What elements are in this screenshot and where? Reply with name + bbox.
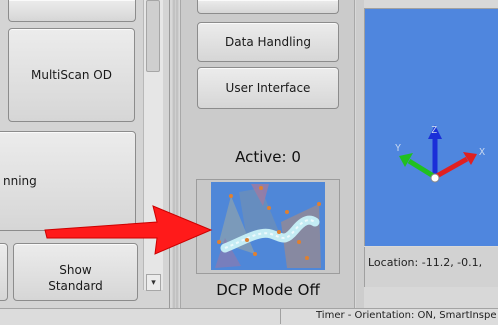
show-standard-label: Show Standard (48, 262, 103, 293)
axis-triad-icon: Z X Y (395, 125, 485, 183)
scrollbar-thumb[interactable] (146, 0, 160, 72)
status-text: Timer - Orientation: ON, SmartInspe (316, 310, 497, 321)
scanning-label: nning (3, 174, 37, 188)
splitter-grip-icon (173, 0, 178, 308)
axis-label-y: Y (395, 143, 401, 154)
axis-label-z: Z (431, 125, 437, 136)
partial-left-button[interactable] (0, 243, 8, 301)
user-interface-label: User Interface (225, 81, 311, 95)
dcp-mode-status: DCP Mode Off (216, 281, 320, 299)
viewport-gutter (356, 0, 364, 308)
scroll-down-button[interactable]: ▾ (146, 274, 161, 291)
3d-viewport[interactable]: Z X Y (364, 8, 498, 246)
top-partial-button[interactable] (8, 0, 136, 22)
data-handling-button[interactable]: Data Handling (197, 22, 339, 62)
red-arrow-icon (44, 205, 213, 255)
chevron-down-icon: ▾ (151, 277, 156, 287)
top-partial-middle-button[interactable] (197, 0, 339, 14)
location-readout: Location: -11.2, -0.1, (368, 256, 483, 269)
multiscan-od-button[interactable]: MultiScan OD (8, 28, 135, 122)
panel-splitter[interactable] (172, 0, 179, 308)
active-count-label: Active: 0 (235, 148, 301, 166)
axis-label-x: X (479, 147, 485, 158)
data-handling-label: Data Handling (225, 35, 311, 49)
multiscan-od-label: MultiScan OD (30, 68, 112, 82)
dcp-path-preview-icon[interactable] (211, 182, 325, 270)
status-separator (280, 309, 281, 324)
user-interface-button[interactable]: User Interface (197, 67, 339, 109)
